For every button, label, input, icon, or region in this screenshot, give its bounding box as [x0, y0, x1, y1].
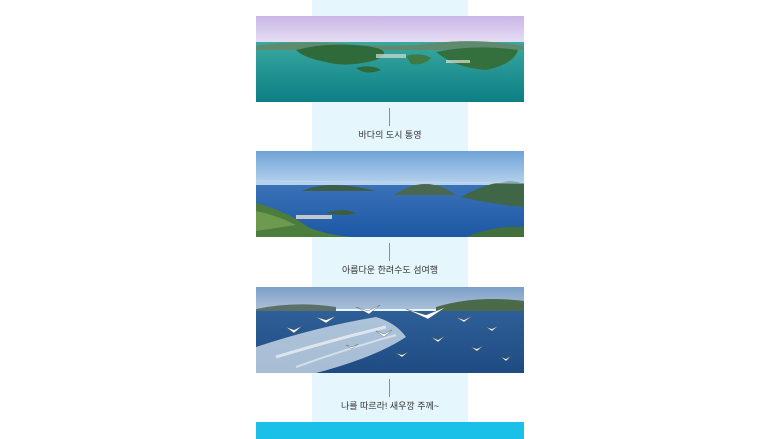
seagulls-photo [256, 287, 524, 373]
bottom-bar [256, 422, 524, 439]
divider-line [389, 243, 390, 261]
caption-1: 바다의 도시 통영 [358, 130, 422, 140]
caption-3: 나를 따르라! 새우깡 주께~ [340, 401, 440, 411]
aerial-bay-photo [256, 16, 524, 102]
divider-line [389, 379, 390, 397]
divider-line [389, 108, 390, 126]
coastal-islands-photo [256, 151, 524, 237]
caption-2: 아름다운 한려수도 섬여행 [341, 265, 439, 275]
